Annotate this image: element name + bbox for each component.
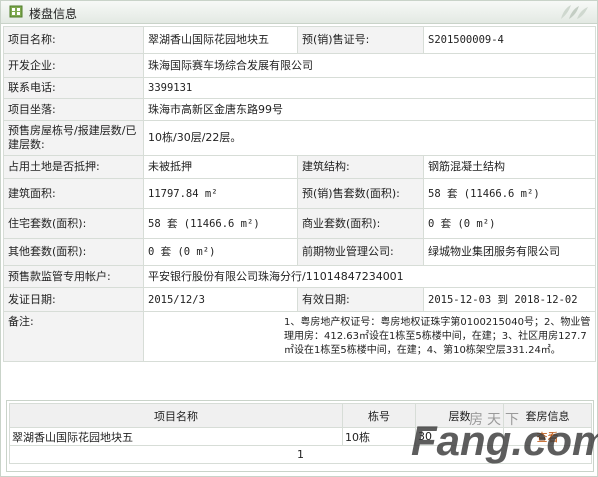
row-other: 其他套数(面积): 0 套 (0 m²) 前期物业管理公司: 绿城物业集团服务有… — [3, 238, 596, 266]
col-header-building: 栋号 — [342, 403, 416, 428]
row-remark: 备注: 1、粤房地产权证号：粤房地权证珠字第0100215040号；2、物业管理… — [3, 311, 596, 362]
building-info-panel: 楼盘信息 项目名称: 翠湖香山国际花园地块五 预(销)售证号: S2015000… — [0, 0, 598, 477]
label-presale-units: 预(销)售套数(面积): — [297, 178, 424, 209]
panel-header: 楼盘信息 — [1, 1, 597, 24]
value-structure: 钢筋混凝土结构 — [423, 155, 596, 179]
value-residential: 58 套 (11466.6 m²) — [143, 208, 298, 239]
label-pm: 前期物业管理公司: — [297, 238, 424, 266]
label-issue-date: 发证日期: — [3, 287, 144, 312]
value-issue-date: 2015/12/3 — [143, 287, 298, 312]
label-structure: 建筑结构: — [297, 155, 424, 179]
row-phone: 联系电话: 3399131 — [3, 77, 596, 99]
cell-floors: 30 — [415, 427, 504, 446]
value-account: 平安银行股份有限公司珠海分行/11014847234001 — [143, 265, 596, 288]
value-valid-date: 2015-12-03 到 2018-12-02 — [423, 287, 596, 312]
col-header-floors: 层数 — [415, 403, 504, 428]
label-remark: 备注: — [3, 311, 144, 362]
panel-title: 楼盘信息 — [29, 7, 78, 21]
building-icon — [9, 5, 23, 18]
value-presale-units: 58 套 (11466.6 m²) — [423, 178, 596, 209]
value-other: 0 套 (0 m²) — [143, 238, 298, 266]
col-header-name: 项目名称 — [9, 403, 343, 428]
label-valid-date: 有效日期: — [297, 287, 424, 312]
value-mortgage: 未被抵押 — [143, 155, 298, 179]
row-location: 项目坐落: 珠海市高新区金唐东路99号 — [3, 98, 596, 121]
label-location: 项目坐落: — [3, 98, 144, 121]
label-presale-no: 预(销)售证号: — [297, 26, 424, 54]
label-buildings: 预售房屋栋号/报建层数/已建层数: — [3, 120, 144, 156]
value-project-name: 翠湖香山国际花园地块五 — [143, 26, 298, 54]
value-pm: 绿城物业集团服务有限公司 — [423, 238, 596, 266]
label-commercial: 商业套数(面积): — [297, 208, 424, 239]
row-area: 建筑面积: 11797.84 m² 预(销)售套数(面积): 58 套 (114… — [3, 178, 596, 209]
value-remark: 1、粤房地产权证号：粤房地权证珠字第0100215040号；2、物业管理用房：4… — [143, 311, 596, 362]
pagination-page[interactable]: 1 — [9, 445, 592, 464]
leaf-logo-icon — [561, 5, 588, 19]
row-project: 项目名称: 翠湖香山国际花园地块五 预(销)售证号: S201500009-4 — [3, 26, 596, 54]
label-residential: 住宅套数(面积): — [3, 208, 144, 239]
view-units-link[interactable]: 查看 — [503, 427, 592, 446]
row-mortgage: 占用土地是否抵押: 未被抵押 建筑结构: 钢筋混凝土结构 — [3, 155, 596, 179]
value-location: 珠海市高新区金唐东路99号 — [143, 98, 596, 121]
cell-building: 10栋 — [342, 427, 416, 446]
value-commercial: 0 套 (0 m²) — [423, 208, 596, 239]
row-developer: 开发企业: 珠海国际赛车场综合发展有限公司 — [3, 53, 596, 78]
value-developer: 珠海国际赛车场综合发展有限公司 — [143, 53, 596, 78]
table-row: 翠湖香山国际花园地块五 10栋 30 查看 — [9, 427, 592, 446]
label-developer: 开发企业: — [3, 53, 144, 78]
row-account: 预售款监管专用帐户: 平安银行股份有限公司珠海分行/11014847234001 — [3, 265, 596, 288]
value-phone: 3399131 — [143, 77, 596, 99]
value-area: 11797.84 m² — [143, 178, 298, 209]
label-phone: 联系电话: — [3, 77, 144, 99]
label-project-name: 项目名称: — [3, 26, 144, 54]
value-presale-no: S201500009-4 — [423, 26, 596, 54]
cell-name: 翠湖香山国际花园地块五 — [9, 427, 343, 446]
value-buildings: 10栋/30层/22层。 — [143, 120, 596, 156]
row-residential: 住宅套数(面积): 58 套 (11466.6 m²) 商业套数(面积): 0 … — [3, 208, 596, 239]
label-area: 建筑面积: — [3, 178, 144, 209]
label-mortgage: 占用土地是否抵押: — [3, 155, 144, 179]
label-account: 预售款监管专用帐户: — [3, 265, 144, 288]
label-other: 其他套数(面积): — [3, 238, 144, 266]
unit-list-box: 项目名称 栋号 层数 套房信息 翠湖香山国际花园地块五 10栋 30 查看 1 — [6, 400, 594, 472]
info-table: 项目名称: 翠湖香山国际花园地块五 预(销)售证号: S201500009-4 … — [3, 26, 596, 362]
unit-list-table: 项目名称 栋号 层数 套房信息 翠湖香山国际花园地块五 10栋 30 查看 1 — [9, 403, 592, 464]
row-buildings: 预售房屋栋号/报建层数/已建层数: 10栋/30层/22层。 — [3, 120, 596, 156]
col-header-units: 套房信息 — [503, 403, 592, 428]
row-dates: 发证日期: 2015/12/3 有效日期: 2015-12-03 到 2018-… — [3, 287, 596, 312]
